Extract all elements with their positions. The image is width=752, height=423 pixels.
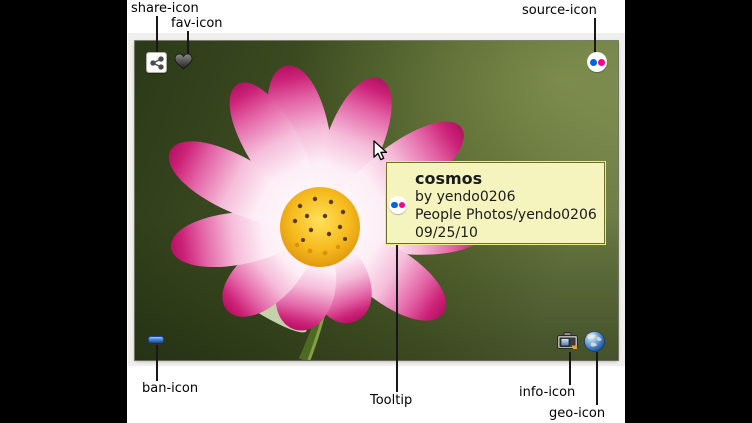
right-black-bar [625, 0, 752, 423]
ban-icon[interactable] [148, 336, 164, 343]
share-icon[interactable] [146, 52, 167, 73]
annotated-screensaver-screenshot: cosmos by yendo0206 People Photos/yendo0… [0, 0, 752, 423]
callout-line-fav [187, 31, 189, 54]
mouse-cursor-icon [373, 140, 388, 161]
left-black-bar [0, 0, 127, 423]
callout-line-share [156, 16, 158, 52]
callout-label-fav: fav-icon [171, 17, 223, 31]
photo-tooltip: cosmos by yendo0206 People Photos/yendo0… [386, 162, 605, 244]
callout-label-share: share-icon [131, 2, 199, 16]
callout-label-source: source-icon [522, 4, 597, 18]
callout-label-info: info-icon [519, 386, 575, 400]
tooltip-photo-date: 09/25/10 [415, 224, 598, 242]
tooltip-photo-byline: by yendo0206 [415, 188, 598, 206]
callout-label-ban: ban-icon [142, 382, 198, 396]
callout-line-geo [596, 352, 598, 405]
callout-label-tooltip: Tooltip [370, 394, 412, 408]
callout-line-ban [156, 345, 158, 381]
flickr-pink-dot [598, 59, 605, 66]
flickr-icon [389, 196, 407, 214]
flickr-blue-dot [391, 202, 397, 208]
callout-line-tooltip [396, 245, 398, 392]
callout-line-source [594, 18, 596, 52]
geo-icon[interactable] [584, 331, 605, 352]
share-glyph [150, 56, 164, 70]
flickr-blue-dot [590, 59, 597, 66]
photo: cosmos by yendo0206 People Photos/yendo0… [135, 41, 618, 360]
info-icon[interactable] [557, 332, 578, 350]
tooltip-photo-album: People Photos/yendo0206 [415, 206, 598, 224]
fav-icon[interactable] [174, 53, 193, 70]
tooltip-photo-title: cosmos [415, 169, 598, 188]
callout-label-geo: geo-icon [549, 407, 605, 421]
callout-line-info [569, 352, 571, 385]
flickr-pink-dot [399, 202, 405, 208]
source-icon[interactable] [587, 52, 607, 72]
